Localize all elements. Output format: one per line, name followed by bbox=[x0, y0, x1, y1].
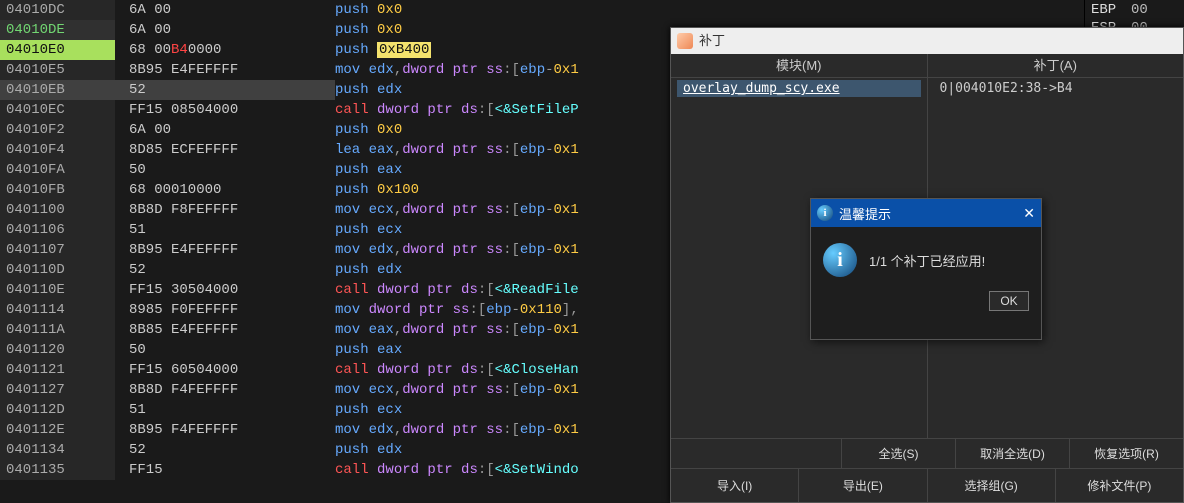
close-icon[interactable]: ✕ bbox=[1023, 205, 1035, 222]
addr-cell: 04010EB bbox=[0, 80, 115, 100]
addr-cell: 04010DC bbox=[0, 0, 115, 20]
bytes-cell: FF15 30504000 bbox=[115, 280, 335, 300]
info-icon: i bbox=[823, 243, 857, 277]
export-button[interactable]: 导出(E) bbox=[798, 469, 926, 502]
bytes-cell: 52 bbox=[115, 260, 335, 280]
addr-cell: 04010E0 bbox=[0, 40, 115, 60]
addr-cell: 0401107 bbox=[0, 240, 115, 260]
addr-cell: 0401100 bbox=[0, 200, 115, 220]
message-box-text: 1/1 个补丁已经应用! bbox=[869, 251, 985, 270]
addr-cell: 040111A bbox=[0, 320, 115, 340]
bytes-cell: 8B85 E4FEFFFF bbox=[115, 320, 335, 340]
addr-cell: 0401114 bbox=[0, 300, 115, 320]
bytes-cell: 8B95 E4FEFFFF bbox=[115, 240, 335, 260]
addr-cell: 0401120 bbox=[0, 340, 115, 360]
bytes-cell: 8B8D F4FEFFFF bbox=[115, 380, 335, 400]
addr-cell: 04010F4 bbox=[0, 140, 115, 160]
module-item[interactable]: overlay_dump_scy.exe bbox=[677, 80, 921, 97]
addr-cell: 040112E bbox=[0, 420, 115, 440]
bytes-cell: 52 bbox=[115, 440, 335, 460]
patch-file-button[interactable]: 修补文件(P) bbox=[1055, 469, 1183, 502]
bytes-cell: 6A 00 bbox=[115, 20, 335, 40]
addr-cell: 0401135 bbox=[0, 460, 115, 480]
bytes-cell: 8985 F0FEFFFF bbox=[115, 300, 335, 320]
addr-cell: 040110D bbox=[0, 260, 115, 280]
bytes-cell: 6A 00 bbox=[115, 120, 335, 140]
bytes-cell: 8D85 ECFEFFFF bbox=[115, 140, 335, 160]
bytes-cell: 52 bbox=[115, 80, 335, 100]
bytes-cell: 51 bbox=[115, 220, 335, 240]
bytes-cell: 8B95 F4FEFFFF bbox=[115, 420, 335, 440]
bytes-cell: 68 00B40000 bbox=[115, 40, 335, 60]
bytes-cell: 50 bbox=[115, 340, 335, 360]
asm-cell: push 0x0 bbox=[335, 0, 1184, 20]
select-all-button[interactable]: 全选(S) bbox=[841, 439, 955, 468]
deselect-all-button[interactable]: 取消全选(D) bbox=[955, 439, 1069, 468]
addr-cell: 04010E5 bbox=[0, 60, 115, 80]
patch-icon bbox=[677, 33, 693, 49]
patch-item[interactable]: 0|004010E2:38->B4 bbox=[934, 80, 1178, 97]
bytes-cell: 6A 00 bbox=[115, 0, 335, 20]
patch-dialog-titlebar[interactable]: 补丁 bbox=[671, 28, 1183, 54]
select-group-button[interactable]: 选择组(G) bbox=[927, 469, 1055, 502]
bytes-cell: FF15 bbox=[115, 460, 335, 480]
patch-column-header: 补丁(A) bbox=[928, 54, 1184, 78]
info-icon: i bbox=[817, 205, 833, 221]
module-column-header: 模块(M) bbox=[671, 54, 927, 78]
patch-dialog-title: 补丁 bbox=[699, 28, 725, 54]
import-button[interactable]: 导入(I) bbox=[671, 469, 798, 502]
disasm-row[interactable]: 04010DC6A 00push 0x0 bbox=[0, 0, 1184, 20]
addr-cell: 04010FB bbox=[0, 180, 115, 200]
bytes-cell: 51 bbox=[115, 400, 335, 420]
restore-selection-button[interactable]: 恢复选项(R) bbox=[1069, 439, 1183, 468]
addr-cell: 0401106 bbox=[0, 220, 115, 240]
message-box[interactable]: i 温馨提示 ✕ i 1/1 个补丁已经应用! OK bbox=[810, 198, 1042, 340]
bytes-cell: FF15 08504000 bbox=[115, 100, 335, 120]
message-box-title: 温馨提示 bbox=[839, 204, 891, 223]
message-box-titlebar[interactable]: i 温馨提示 ✕ bbox=[811, 199, 1041, 227]
reg-name: EBP bbox=[1091, 2, 1131, 20]
bytes-cell: FF15 60504000 bbox=[115, 360, 335, 380]
addr-cell: 040112D bbox=[0, 400, 115, 420]
bytes-cell: 68 00010000 bbox=[115, 180, 335, 200]
bytes-cell: 8B95 E4FEFFFF bbox=[115, 60, 335, 80]
addr-cell: 0401127 bbox=[0, 380, 115, 400]
addr-cell: 04010EC bbox=[0, 100, 115, 120]
addr-cell: 0401121 bbox=[0, 360, 115, 380]
addr-cell: 0401134 bbox=[0, 440, 115, 460]
bytes-cell: 50 bbox=[115, 160, 335, 180]
addr-cell: 04010F2 bbox=[0, 120, 115, 140]
reg-value: 00 bbox=[1131, 2, 1148, 20]
addr-cell: 040110E bbox=[0, 280, 115, 300]
bytes-cell: 8B8D F8FEFFFF bbox=[115, 200, 335, 220]
addr-cell: 04010DE bbox=[0, 20, 115, 40]
ok-button[interactable]: OK bbox=[989, 291, 1029, 311]
addr-cell: 04010FA bbox=[0, 160, 115, 180]
